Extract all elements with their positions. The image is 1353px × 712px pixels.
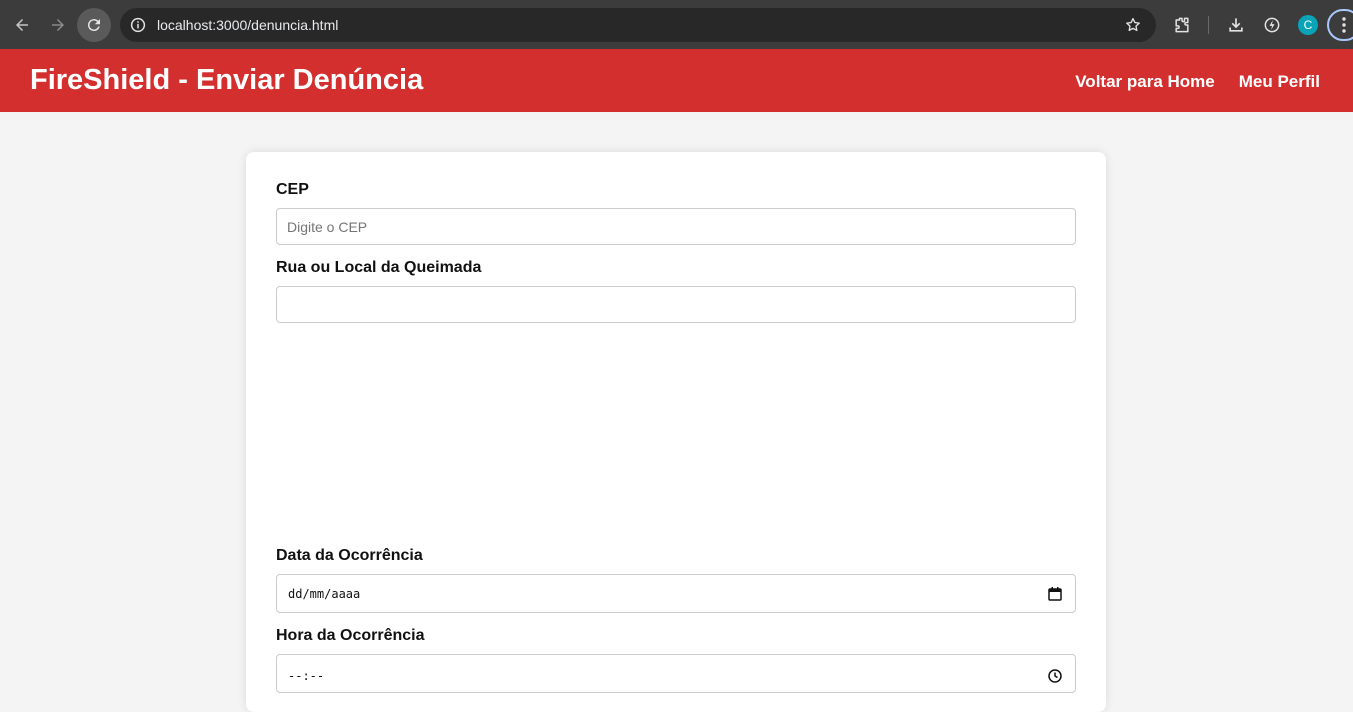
kebab-menu-icon (1342, 17, 1346, 33)
date-input[interactable]: dd/mm/aaaa (276, 574, 1076, 613)
toolbar-divider (1208, 16, 1209, 34)
street-input[interactable] (276, 286, 1076, 323)
cep-label: CEP (276, 181, 309, 198)
nav-link-home[interactable]: Voltar para Home (1075, 72, 1215, 92)
cep-input[interactable] (276, 208, 1076, 245)
performance-icon[interactable] (1262, 15, 1282, 35)
extensions-puzzle-icon[interactable] (1172, 15, 1192, 35)
download-icon[interactable] (1226, 15, 1246, 35)
back-button[interactable] (5, 8, 39, 42)
street-label: Rua ou Local da Queimada (276, 259, 482, 276)
arrow-right-icon (52, 19, 64, 31)
address-bar[interactable]: localhost:3000/denuncia.html (120, 8, 1156, 42)
reload-button[interactable] (77, 8, 111, 42)
bookmark-star-icon[interactable] (1124, 16, 1142, 34)
header-nav: Voltar para Home Meu Perfil (1075, 72, 1320, 92)
calendar-icon[interactable] (1047, 586, 1063, 602)
time-input-value: --:-- (288, 669, 325, 683)
arrow-left-icon (16, 19, 28, 31)
time-label: Hora da Ocorrência (276, 627, 425, 644)
date-label: Data da Ocorrência (276, 547, 423, 564)
time-input[interactable]: --:-- (276, 654, 1076, 693)
map-container[interactable] (276, 338, 1076, 533)
app-header: FireShield - Enviar Denúncia Voltar para… (0, 49, 1353, 112)
date-input-value: dd/mm/aaaa (288, 587, 361, 601)
reload-icon (87, 19, 100, 32)
page-title: FireShield - Enviar Denúncia (30, 64, 424, 96)
profile-avatar[interactable]: C (1298, 15, 1318, 35)
forward-button[interactable] (41, 8, 75, 42)
browser-menu-button[interactable] (1327, 9, 1353, 41)
report-form-card: CEP Rua ou Local da Queimada Data da Oco… (246, 152, 1106, 712)
url-text[interactable]: localhost:3000/denuncia.html (157, 17, 338, 33)
browser-toolbar: localhost:3000/denuncia.html C (0, 0, 1353, 49)
nav-link-profile[interactable]: Meu Perfil (1239, 72, 1320, 92)
info-icon[interactable] (129, 16, 147, 34)
